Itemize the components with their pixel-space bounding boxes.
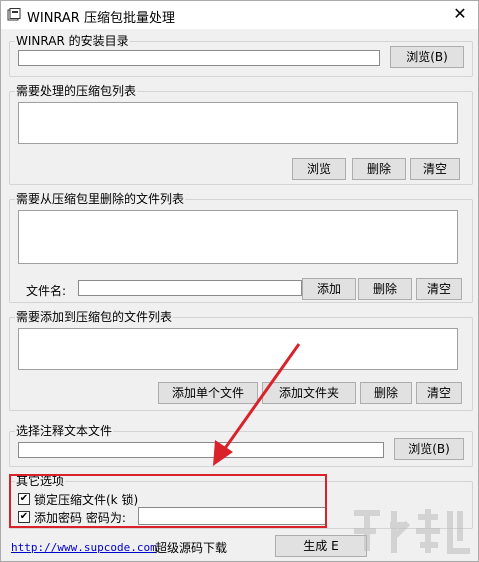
delete-list-delete-button[interactable]: 删除 xyxy=(358,278,412,300)
install-dir-group: WINRAR 的安装目录 浏览(B) xyxy=(9,33,473,77)
add-list-clear-button[interactable]: 清空 xyxy=(416,382,462,404)
comment-file-legend: 选择注释文本文件 xyxy=(15,423,114,439)
annotation-arrow xyxy=(213,343,301,466)
install-dir-browse-button[interactable]: 浏览(B) xyxy=(390,46,464,68)
main-window: WINRAR 压缩包批量处理 ✕ WINRAR 的安装目录 浏览(B) 需要处理… xyxy=(0,0,479,562)
filename-input[interactable] xyxy=(78,280,302,296)
install-dir-legend: WINRAR 的安装目录 xyxy=(15,33,130,49)
title-bar[interactable]: WINRAR 压缩包批量处理 ✕ xyxy=(1,1,478,29)
close-button[interactable]: ✕ xyxy=(450,4,470,24)
delete-list-add-button[interactable]: 添加 xyxy=(302,278,356,300)
delete-list-clear-button[interactable]: 清空 xyxy=(416,278,462,300)
archive-list-legend: 需要处理的压缩包列表 xyxy=(15,83,138,99)
archive-browse-button[interactable]: 浏览 xyxy=(292,158,346,180)
delete-list-group: 需要从压缩包里删除的文件列表 文件名: 添加 删除 清空 xyxy=(9,191,473,303)
archive-listbox[interactable] xyxy=(18,102,458,144)
delete-list-legend: 需要从压缩包里删除的文件列表 xyxy=(15,191,186,207)
add-list-legend: 需要添加到压缩包的文件列表 xyxy=(15,309,174,325)
delete-listbox[interactable] xyxy=(18,210,458,264)
add-list-delete-button[interactable]: 删除 xyxy=(360,382,412,404)
archive-delete-button[interactable]: 删除 xyxy=(352,158,406,180)
download-label: 超级源码下载 xyxy=(155,541,228,555)
watermark-logo xyxy=(354,509,470,554)
app-icon xyxy=(7,8,21,21)
filename-label: 文件名: xyxy=(26,284,67,298)
archive-clear-button[interactable]: 清空 xyxy=(410,158,460,180)
archive-list-group: 需要处理的压缩包列表 浏览 删除 清空 xyxy=(9,83,473,185)
install-dir-input[interactable] xyxy=(18,50,380,66)
window-title: WINRAR 压缩包批量处理 xyxy=(27,11,175,26)
website-link[interactable]: http://www.supcode.com xyxy=(11,541,157,554)
comment-file-browse-button[interactable]: 浏览(B) xyxy=(394,438,464,460)
highlight-box xyxy=(9,474,327,528)
